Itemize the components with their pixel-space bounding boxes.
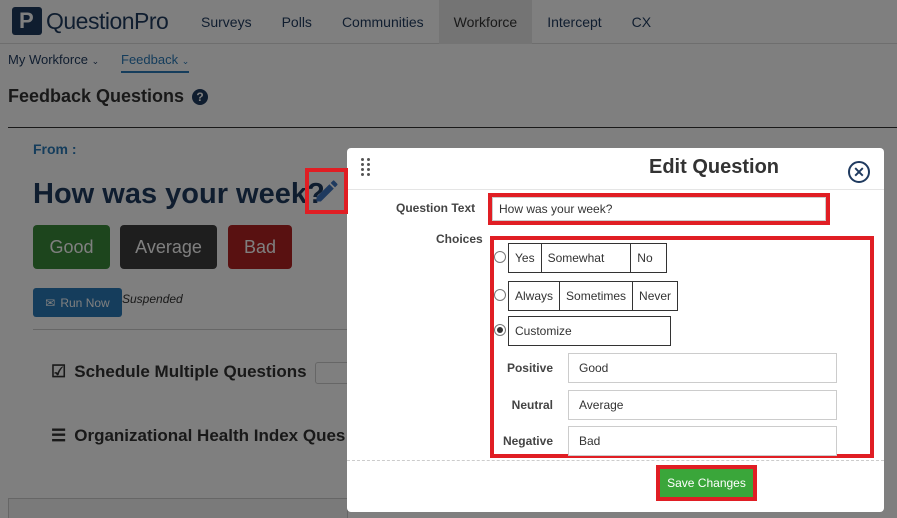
positive-input[interactable] [568, 353, 837, 383]
negative-input[interactable] [568, 426, 837, 456]
choice-set-yes-somewhat-no[interactable]: Yes Somewhat No [508, 243, 667, 273]
modal-title: Edit Question [649, 156, 779, 178]
choice-option: No [637, 251, 653, 265]
choice-set-always-sometimes-never[interactable]: Always Sometimes Never [508, 281, 679, 311]
edit-question-highlight[interactable] [305, 168, 348, 214]
choice-option: Yes [509, 244, 542, 272]
choice-set-radio-customize[interactable] [494, 324, 506, 336]
close-icon[interactable]: ✕ [848, 161, 870, 183]
choices-label: Choices [436, 232, 483, 246]
choice-set-radio-always-never[interactable] [494, 289, 506, 301]
choices-highlight: Yes Somewhat No Always Sometimes Never C… [490, 236, 874, 458]
modal-header-divider [347, 189, 884, 190]
modal-footer-divider [347, 460, 884, 461]
save-changes-button[interactable]: Save Changes [660, 469, 753, 497]
pencil-icon[interactable] [313, 177, 341, 205]
save-changes-highlight: Save Changes [656, 465, 757, 501]
question-text-input[interactable] [492, 197, 826, 221]
question-text-label: Question Text [396, 201, 476, 215]
choice-option: Always [509, 282, 561, 310]
edit-question-modal: Edit Question ✕ Question Text Choices Ye… [347, 148, 884, 512]
choice-option: Never [639, 289, 672, 303]
question-text-highlight [488, 193, 830, 225]
neutral-input[interactable] [568, 390, 837, 420]
positive-label: Positive [506, 361, 553, 375]
choice-set-customize[interactable]: Customize [508, 316, 671, 346]
choice-option: Customize [515, 324, 572, 338]
negative-label: Negative [502, 434, 553, 448]
choice-option: Somewhat [542, 244, 632, 272]
neutral-label: Neutral [511, 398, 553, 412]
choice-option: Sometimes [560, 282, 634, 310]
choice-set-radio-yes-no[interactable] [494, 251, 506, 263]
